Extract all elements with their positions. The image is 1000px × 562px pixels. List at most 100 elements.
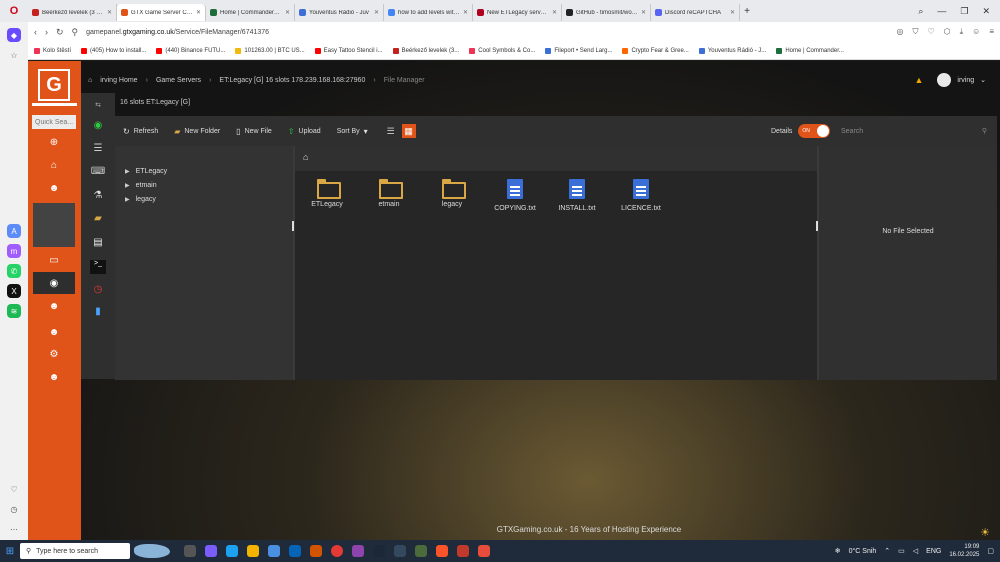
browser-tab[interactable]: Home | Commanders-arm✕ (206, 4, 295, 21)
file-item[interactable]: COPYING.txt (489, 179, 541, 212)
x-twitter-icon[interactable]: X (7, 284, 21, 298)
details-resize-handle[interactable] (816, 221, 818, 231)
camera-icon[interactable]: ◎ (896, 27, 903, 37)
tab-close-icon[interactable]: ✕ (107, 9, 112, 16)
clock-icon[interactable]: ◷ (90, 284, 106, 298)
folder-item[interactable]: ETLegacy (301, 179, 353, 208)
new-tab-button[interactable]: + (740, 6, 754, 17)
settings-app-icon[interactable] (394, 545, 406, 557)
weather-text[interactable]: 0°C Snih (849, 548, 877, 555)
bookmark-item[interactable]: (405) How to install... (81, 47, 146, 54)
edge-icon[interactable] (226, 545, 238, 557)
download-icon[interactable]: ⤓ (960, 27, 964, 37)
game-app-icon[interactable] (310, 545, 322, 557)
restore-icon[interactable]: ❐ (960, 6, 968, 17)
tab-close-icon[interactable]: ✕ (374, 9, 379, 16)
app-icon[interactable] (478, 545, 490, 557)
details-toggle[interactable]: ON (798, 124, 831, 138)
browser-tab[interactable]: Youventus Rádió - Juv ✕ (295, 4, 384, 21)
sliders-icon[interactable]: ☰ (90, 143, 106, 157)
spotify-icon[interactable]: ≋ (7, 304, 21, 318)
notifications-icon[interactable]: ▢ (987, 547, 994, 555)
url-field[interactable]: gamepanel.gtxgaming.co.uk/Service/FileMa… (86, 29, 888, 36)
bookmark-item[interactable]: Home | Commander... (776, 47, 844, 54)
refresh-button[interactable]: ↻ Refresh (123, 127, 158, 136)
favorites-heart-icon[interactable]: ♡ (7, 482, 21, 496)
bookmark-item[interactable]: Cool Symbols & Co... (469, 47, 535, 54)
history-icon[interactable]: ◷ (7, 502, 21, 516)
breadcrumb-game-servers[interactable]: Game Servers (156, 77, 201, 84)
browser-tab[interactable]: Beérkező levelek (3 582) ✕ (28, 4, 117, 21)
tab-close-icon[interactable]: ✕ (196, 9, 201, 16)
browser-tab[interactable]: GitHub - timosmit/wolfadm✕ (562, 4, 651, 21)
bookmark-item[interactable]: Easy Tattoo Stencil i... (314, 47, 383, 54)
messenger-icon[interactable]: m (7, 244, 21, 258)
language-indicator[interactable]: ENG (926, 548, 941, 555)
opera-gx-icon[interactable] (352, 545, 364, 557)
bookmark-item[interactable]: Crypto Fear & Gree... (622, 47, 689, 54)
steam-icon[interactable] (373, 545, 385, 557)
theme-sun-icon[interactable]: ☀ (980, 526, 990, 539)
globe-icon[interactable]: ⊕ (46, 137, 62, 151)
tree-item[interactable]: ▶ legacy (125, 192, 293, 206)
extensions-icon[interactable]: ⬡ (944, 27, 951, 37)
tree-resize-handle[interactable] (292, 221, 294, 231)
tree-expand-icon[interactable]: ▶ (125, 168, 130, 175)
shield-icon[interactable]: ⛉ (912, 27, 918, 37)
browser-tab[interactable]: Discord reCAPTCHA ✕ (651, 4, 740, 21)
users-icon[interactable]: ☻ (46, 301, 62, 315)
breadcrumb-server[interactable]: ET:Legacy [G] 16 slots 178.239.168.168:2… (219, 77, 365, 84)
tree-item[interactable]: ▶ ETLegacy (125, 164, 293, 178)
browser-tab[interactable]: GTX Game Server Control✕ (117, 4, 206, 21)
profile-icon[interactable]: ☺ (972, 27, 980, 37)
sort-by-button[interactable]: Sort By ▾ (337, 127, 368, 136)
new-file-button[interactable]: ▯ New File (236, 127, 272, 136)
clock[interactable]: 19:09 16.02.2025 (949, 543, 979, 559)
bookmark-item[interactable]: Fileport • Send Larg... (545, 47, 612, 54)
terminal-icon[interactable]: >_ (90, 260, 106, 274)
opera-taskbar-icon[interactable] (331, 545, 343, 557)
back-icon[interactable]: ‹ (34, 27, 37, 37)
close-window-icon[interactable]: ✕ (982, 6, 990, 17)
forward-icon[interactable]: › (45, 27, 48, 37)
bookmark-item[interactable]: Kolo štěstí (34, 47, 71, 54)
list-view-icon[interactable]: ☰ (384, 124, 398, 138)
aria-icon[interactable]: ◆ (7, 28, 21, 42)
opera-logo-icon[interactable]: O (0, 0, 28, 22)
collapse-icon[interactable]: ⇆ (90, 101, 106, 115)
flask-icon[interactable]: ⚗ (90, 190, 106, 204)
search-icon[interactable]: ⚲ (982, 127, 987, 135)
tree-item[interactable]: ▶ etmain (125, 178, 293, 192)
file-code-icon[interactable]: ▤ (90, 237, 106, 251)
bookmark-item[interactable]: (440) Binance FUTU... (156, 47, 225, 54)
windows-start-icon[interactable]: ⊞ (0, 546, 20, 557)
username[interactable]: irving (957, 77, 974, 84)
group-icon[interactable]: ☻ (46, 183, 62, 197)
network-icon[interactable]: ▭ (898, 547, 905, 555)
root-home-icon[interactable]: ⌂ (303, 152, 308, 162)
bookmark-item[interactable]: 101263.00 | BTC US... (235, 47, 305, 54)
volume-icon[interactable]: ◁ (913, 547, 918, 555)
team-icon[interactable]: ☻ (46, 327, 62, 341)
upload-button[interactable]: ⇧ Upload (288, 127, 321, 136)
tab-close-icon[interactable]: ✕ (285, 9, 290, 16)
gamepad-icon[interactable]: ◉ (33, 272, 75, 294)
task-view-icon[interactable] (184, 545, 196, 557)
browser-tab[interactable]: New ETLegacy server set ✕ (473, 4, 562, 21)
folder-icon[interactable]: ▰ (90, 213, 106, 227)
new-folder-button[interactable]: ▰ New Folder (174, 127, 220, 136)
folder-item[interactable]: etmain (363, 179, 415, 208)
chevron-down-icon[interactable]: ⌄ (980, 76, 986, 84)
bookmark-item[interactable]: Beérkező levelek (3... (392, 47, 459, 54)
search-tabs-icon[interactable]: ⌕ (918, 6, 923, 17)
tab-close-icon[interactable]: ✕ (463, 9, 468, 16)
gamepad-green-icon[interactable]: ◉ (90, 120, 106, 134)
breadcrumb-home[interactable]: irving Home (100, 77, 137, 84)
quick-search-input[interactable] (32, 115, 76, 129)
gtx-logo-icon[interactable]: G (38, 69, 70, 101)
settings-group-icon[interactable]: ⚙ (46, 349, 62, 363)
browser-tab[interactable]: how to add levels with rcon✕ (384, 4, 473, 21)
copilot-icon[interactable] (205, 545, 217, 557)
whatsapp-icon[interactable]: ✆ (7, 264, 21, 278)
tree-expand-icon[interactable]: ▶ (125, 196, 130, 203)
